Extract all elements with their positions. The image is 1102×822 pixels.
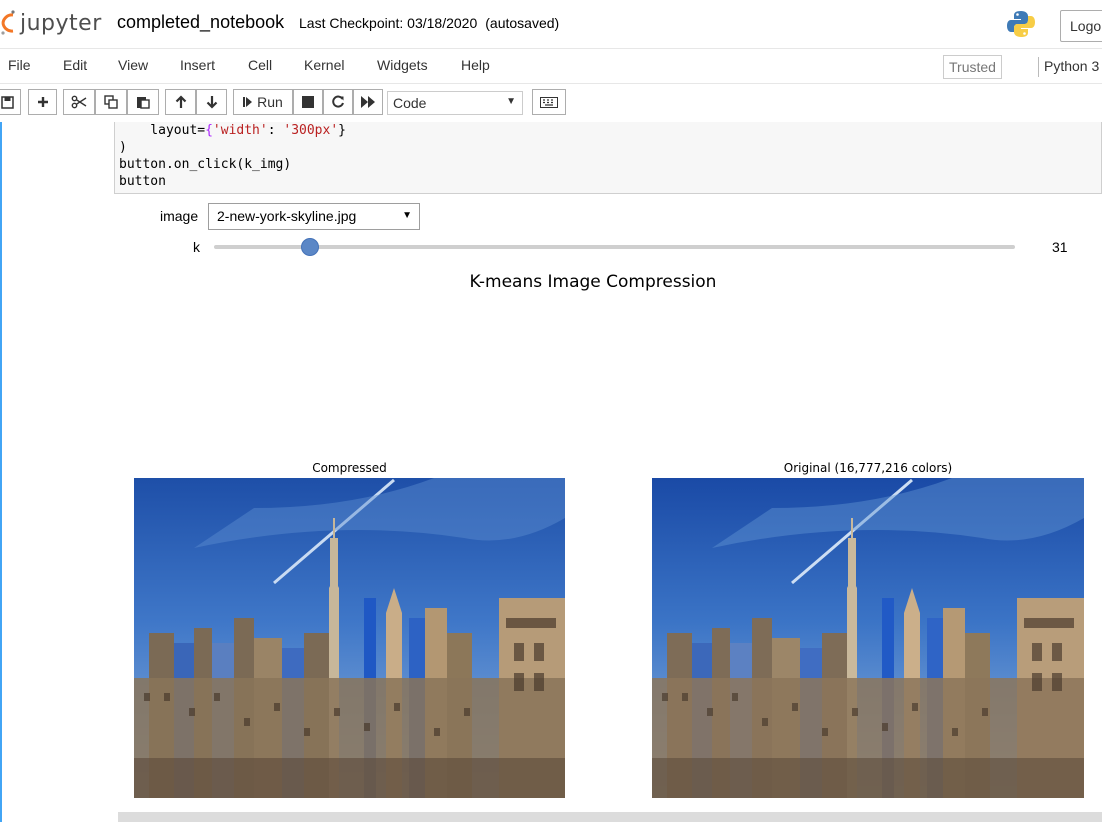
- compressed-image-title: Compressed: [312, 461, 387, 475]
- paste-button[interactable]: [127, 89, 159, 115]
- paste-icon: [137, 97, 150, 109]
- code-line: layout={'width': '300px'}: [119, 123, 346, 138]
- logout-button[interactable]: Logo: [1060, 10, 1102, 42]
- cell-type-select[interactable]: Code ▼: [387, 91, 523, 115]
- original-image: [652, 478, 1084, 798]
- menu-help[interactable]: Help: [461, 57, 490, 73]
- copy-icon: [104, 95, 118, 109]
- arrow-up-icon: [175, 95, 186, 108]
- notebook-header: jupyter completed_notebook Last Checkpoi…: [0, 0, 1102, 48]
- cell-selection-bar: [0, 122, 2, 822]
- menu-widgets[interactable]: Widgets: [377, 57, 428, 73]
- k-slider-value: 31: [1052, 239, 1068, 255]
- insert-cell-button[interactable]: [28, 89, 57, 115]
- k-slider-track[interactable]: [214, 245, 1015, 249]
- move-down-button[interactable]: [196, 89, 227, 115]
- plot-title: K-means Image Compression: [469, 272, 717, 292]
- run-label: Run: [257, 94, 283, 110]
- keyboard-icon: [540, 96, 558, 108]
- fast-forward-icon: [361, 96, 375, 108]
- original-image-title: Original (16,777,216 colors): [783, 461, 953, 475]
- move-up-button[interactable]: [165, 89, 196, 115]
- chevron-down-icon: ▼: [402, 210, 412, 221]
- arrow-down-icon: [206, 96, 217, 109]
- output-horizontal-scrollbar[interactable]: [118, 812, 1102, 822]
- menu-cell[interactable]: Cell: [248, 57, 272, 73]
- code-cell-input[interactable]: layout={'width': '300px'}) button.on_clic…: [114, 122, 1102, 194]
- jupyter-logo-text: jupyter: [20, 10, 102, 36]
- jupyter-logo[interactable]: jupyter: [0, 8, 102, 38]
- run-icon: [243, 97, 253, 107]
- checkpoint-status: Last Checkpoint: 03/18/2020 (autosaved): [299, 15, 559, 31]
- cut-icon: [71, 95, 87, 109]
- k-slider-label: k: [193, 239, 200, 255]
- notebook-page: layout={'width': '300px'}) button.on_clic…: [0, 122, 1102, 822]
- menu-kernel[interactable]: Kernel: [304, 57, 344, 73]
- restart-run-all-button[interactable]: [353, 89, 383, 115]
- plus-icon: [37, 97, 48, 107]
- menu-insert[interactable]: Insert: [180, 57, 215, 73]
- last-checkpoint: Last Checkpoint: 03/18/2020: [299, 15, 478, 31]
- save-button[interactable]: [0, 89, 21, 115]
- restart-icon: [332, 95, 344, 108]
- save-icon: [1, 95, 14, 109]
- compressed-image: [134, 478, 565, 798]
- image-dropdown[interactable]: 2-new-york-skyline.jpg ▼: [208, 203, 420, 230]
- run-button[interactable]: Run: [233, 89, 293, 115]
- menu-edit[interactable]: Edit: [63, 57, 87, 73]
- trusted-indicator[interactable]: Trusted: [943, 55, 1002, 79]
- menu-file[interactable]: File: [8, 57, 31, 73]
- cell-type-value: Code: [393, 95, 427, 111]
- autosave-status: (autosaved): [485, 15, 560, 31]
- restart-button[interactable]: [323, 89, 353, 115]
- code-line: button.on_click(k_img): [119, 157, 292, 172]
- k-slider-handle[interactable]: [301, 238, 320, 256]
- interrupt-button[interactable]: [293, 89, 323, 115]
- toolbar: Run Code ▼: [0, 84, 1102, 122]
- image-dropdown-value: 2-new-york-skyline.jpg: [217, 208, 357, 224]
- chevron-down-icon: ▼: [506, 96, 516, 107]
- cut-button[interactable]: [63, 89, 95, 115]
- notebook-container: layout={'width': '300px'}) button.on_clic…: [0, 122, 1102, 822]
- kernel-name[interactable]: Python 3: [1044, 58, 1099, 74]
- code-line: button: [119, 174, 166, 189]
- menubar: File Edit View Insert Cell Kernel Widget…: [0, 48, 1102, 84]
- python-logo-icon: [1007, 11, 1035, 37]
- command-palette-button[interactable]: [532, 89, 566, 115]
- jupyter-logo-icon: [1, 10, 15, 35]
- code-line: ): [119, 140, 127, 155]
- menu-view[interactable]: View: [118, 57, 148, 73]
- image-dropdown-label: image: [160, 208, 199, 224]
- kernel-separator: [1038, 57, 1039, 77]
- copy-button[interactable]: [95, 89, 127, 115]
- stop-icon: [302, 96, 314, 108]
- notebook-name[interactable]: completed_notebook: [117, 12, 284, 33]
